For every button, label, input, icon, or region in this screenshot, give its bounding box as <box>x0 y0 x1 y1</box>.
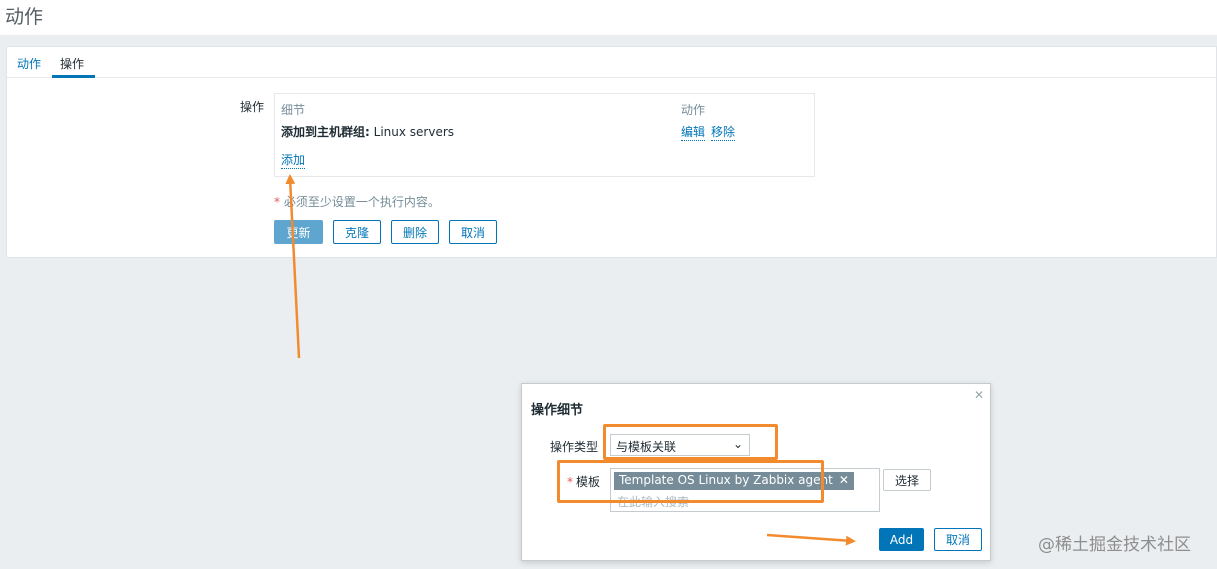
template-label-text: 模板 <box>576 475 601 489</box>
dialog-cancel-button[interactable]: 取消 <box>934 528 982 551</box>
template-tag-label: Template OS Linux by Zabbix agent <box>619 473 833 487</box>
delete-button[interactable]: 删除 <box>391 220 439 244</box>
active-tab-indicator <box>52 75 95 78</box>
page-title: 动作 <box>5 6 44 28</box>
operation-type-label: 操作类型 <box>550 440 599 454</box>
column-header-details: 细节 <box>281 103 306 117</box>
close-icon[interactable]: ✕ <box>974 388 984 402</box>
tab-action[interactable]: 动作 <box>17 55 41 72</box>
update-button[interactable]: 更新 <box>274 220 323 244</box>
tab-operations[interactable]: 操作 <box>60 55 84 72</box>
required-note: * 必须至少设置一个执行内容。 <box>274 193 440 210</box>
cancel-button[interactable]: 取消 <box>449 220 497 244</box>
operations-table: 细节 动作 添加到主机群组: Linux servers 编辑 移除 添加 <box>274 93 815 177</box>
operation-details-dialog: 操作细节 ✕ 操作类型 与模板关联 ⌄ * 模板 Template OS Linu… <box>521 383 991 561</box>
template-label: * 模板 <box>567 473 600 490</box>
edit-operation-link[interactable]: 编辑 <box>681 123 706 141</box>
operation-type-select[interactable]: 与模板关联 ⌄ <box>610 434 750 456</box>
required-star: * <box>274 195 280 209</box>
chevron-down-icon: ⌄ <box>732 437 743 451</box>
column-header-actions: 动作 <box>681 103 706 117</box>
operations-label: 操作 <box>240 100 265 114</box>
remove-operation-link[interactable]: 移除 <box>711 123 736 141</box>
operation-type-value: 与模板关联 <box>616 440 677 454</box>
template-multiselect[interactable]: Template OS Linux by Zabbix agent ✕ 在此输入搜… <box>610 468 880 512</box>
operation-value: Linux servers <box>373 125 455 139</box>
clone-button[interactable]: 克隆 <box>333 220 381 244</box>
action-form-panel: 动作 操作 操作 细节 动作 添加到主机群组: Linux servers 编辑… <box>6 46 1217 258</box>
remove-tag-icon[interactable]: ✕ <box>839 473 849 487</box>
page-header: 动作 <box>0 0 1217 35</box>
template-tag: Template OS Linux by Zabbix agent ✕ <box>614 472 854 490</box>
required-star: * <box>567 475 573 489</box>
add-operation-link[interactable]: 添加 <box>281 151 306 169</box>
template-search-input[interactable]: 在此输入搜索 <box>617 493 689 510</box>
required-note-text: 必须至少设置一个执行内容。 <box>283 195 440 209</box>
operation-title: 添加到主机群组: <box>281 125 370 139</box>
operation-row: 添加到主机群组: Linux servers <box>281 123 454 140</box>
watermark: @稀土掘金技术社区 <box>1038 535 1191 555</box>
select-template-button[interactable]: 选择 <box>883 469 931 491</box>
tab-bar: 动作 操作 <box>7 47 1216 78</box>
dialog-title: 操作细节 <box>531 403 584 418</box>
add-button[interactable]: Add <box>879 528 924 551</box>
